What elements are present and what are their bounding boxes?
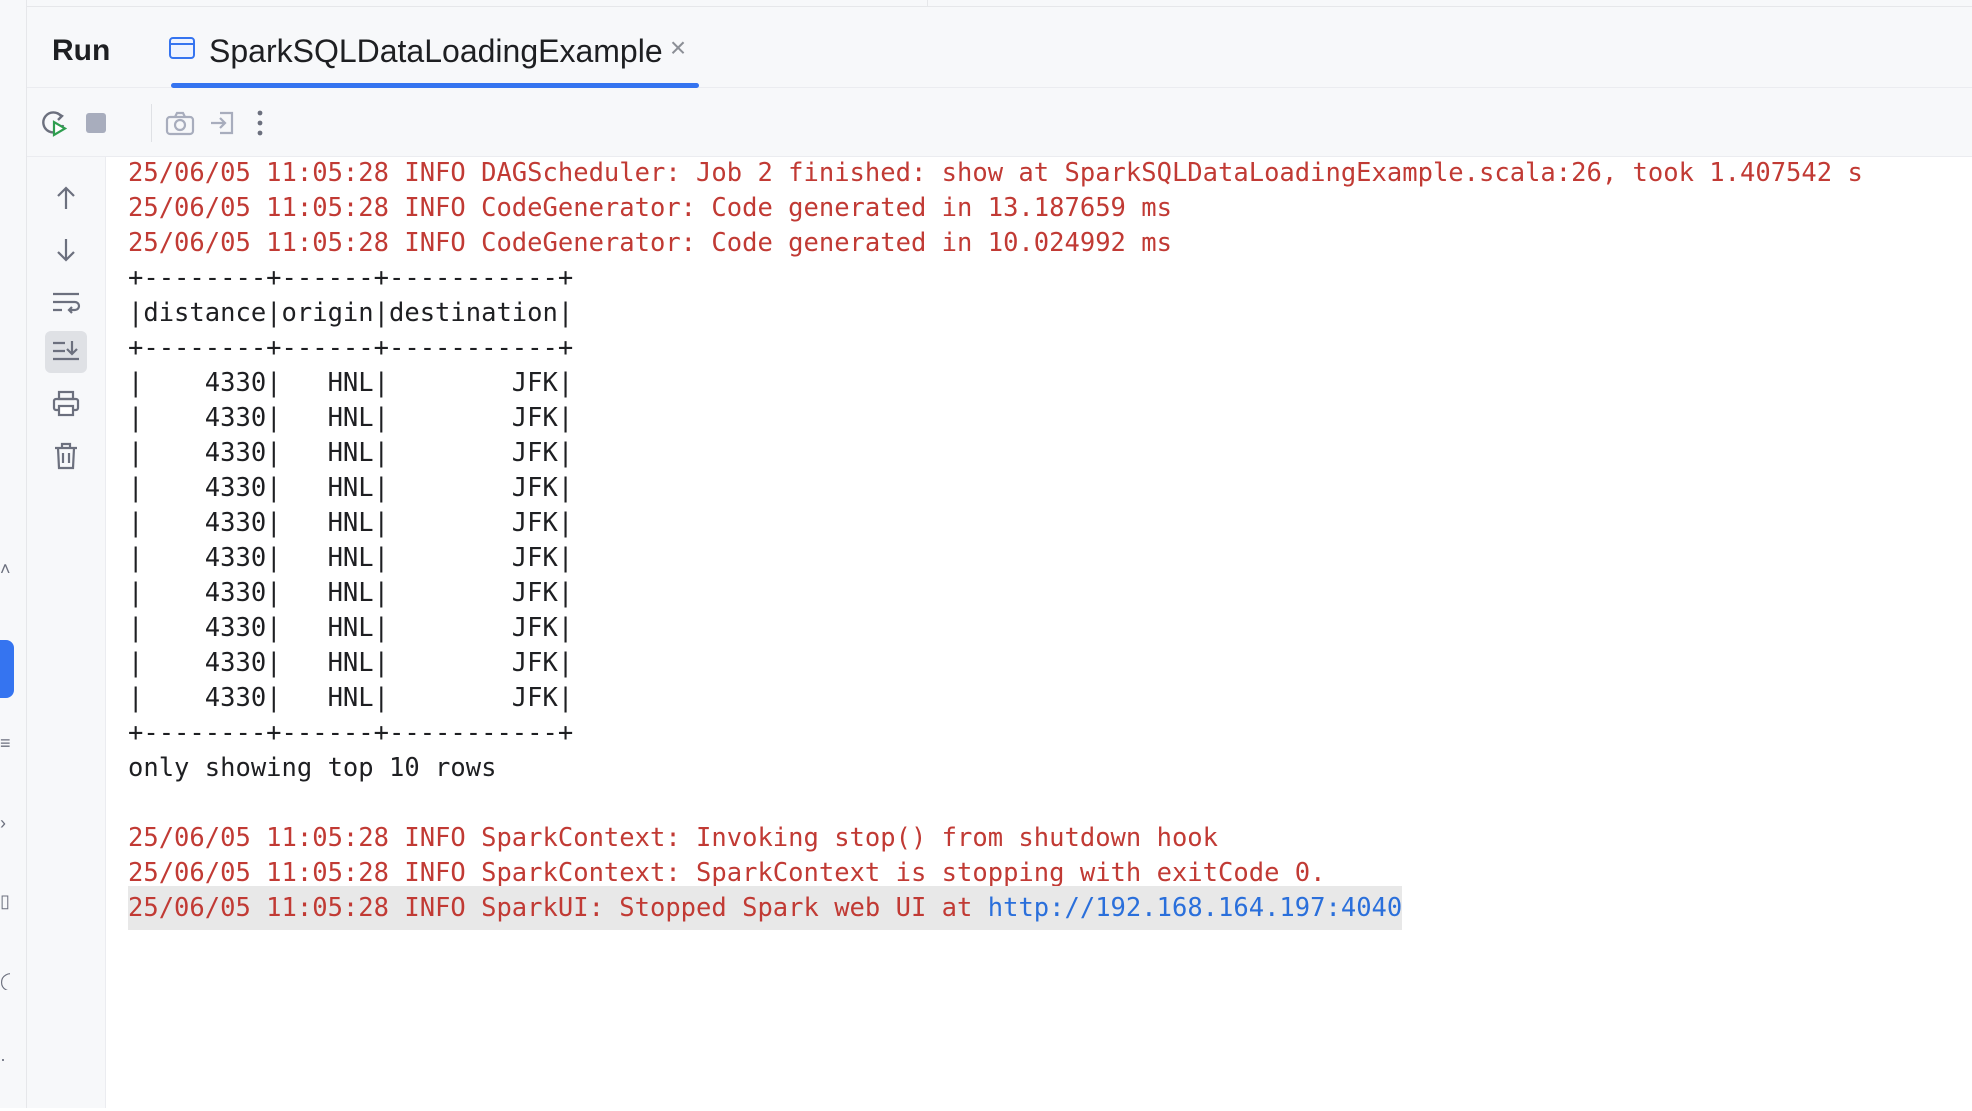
trash-icon[interactable]: [45, 435, 87, 477]
console-output[interactable]: 25/06/05 11:05:28 INFO DAGScheduler: Job…: [106, 157, 1972, 1111]
stop-icon[interactable]: [79, 106, 113, 140]
exit-icon[interactable]: [205, 106, 239, 140]
tool-strip-icon[interactable]: ≡: [0, 734, 10, 752]
scroll-to-end-icon[interactable]: [45, 331, 87, 373]
run-tool-window-button[interactable]: [0, 640, 14, 698]
soft-wrap-icon[interactable]: [45, 281, 87, 323]
run-window-title: Run: [52, 34, 111, 67]
toolbar-separator: [151, 104, 152, 142]
tab-run-configuration[interactable]: SparkSQLDataLoadingExample ×: [145, 7, 699, 88]
more-options-icon[interactable]: [243, 106, 277, 140]
left-tool-strip: ˄ ≡ › ▯ ◯ ·: [0, 0, 27, 1111]
tool-strip-icon[interactable]: ·: [0, 1050, 10, 1068]
console-tab-icon: [169, 37, 195, 59]
tool-strip-icon[interactable]: ›: [0, 814, 10, 832]
console-line: only showing top 10 rows: [128, 753, 497, 783]
tool-strip-icon[interactable]: ◯: [0, 972, 10, 990]
tool-strip-icon[interactable]: ˄: [0, 560, 10, 578]
run-tool-window-header: Run SparkSQLDataLoadingExample ×: [27, 7, 1972, 88]
print-icon[interactable]: [45, 383, 87, 425]
rerun-icon[interactable]: [37, 106, 71, 140]
top-edge: [27, 0, 1972, 7]
spark-ui-link[interactable]: http://192.168.164.197:4040: [988, 893, 1403, 923]
top-divider: [927, 0, 928, 6]
console-line-text: 25/06/05 11:05:28 INFO SparkUI: Stopped …: [128, 893, 988, 923]
console-side-actions: [27, 157, 106, 1111]
close-icon[interactable]: ×: [667, 34, 689, 62]
down-arrow-icon[interactable]: [45, 229, 87, 271]
run-toolbar: [27, 88, 1972, 157]
tab-title: SparkSQLDataLoadingExample: [209, 33, 663, 69]
tool-strip-icon[interactable]: ▯: [0, 892, 10, 910]
console-line-last: 25/06/05 11:05:28 INFO SparkUI: Stopped …: [128, 886, 1403, 930]
camera-icon[interactable]: [163, 106, 197, 140]
up-arrow-icon[interactable]: [45, 177, 87, 219]
